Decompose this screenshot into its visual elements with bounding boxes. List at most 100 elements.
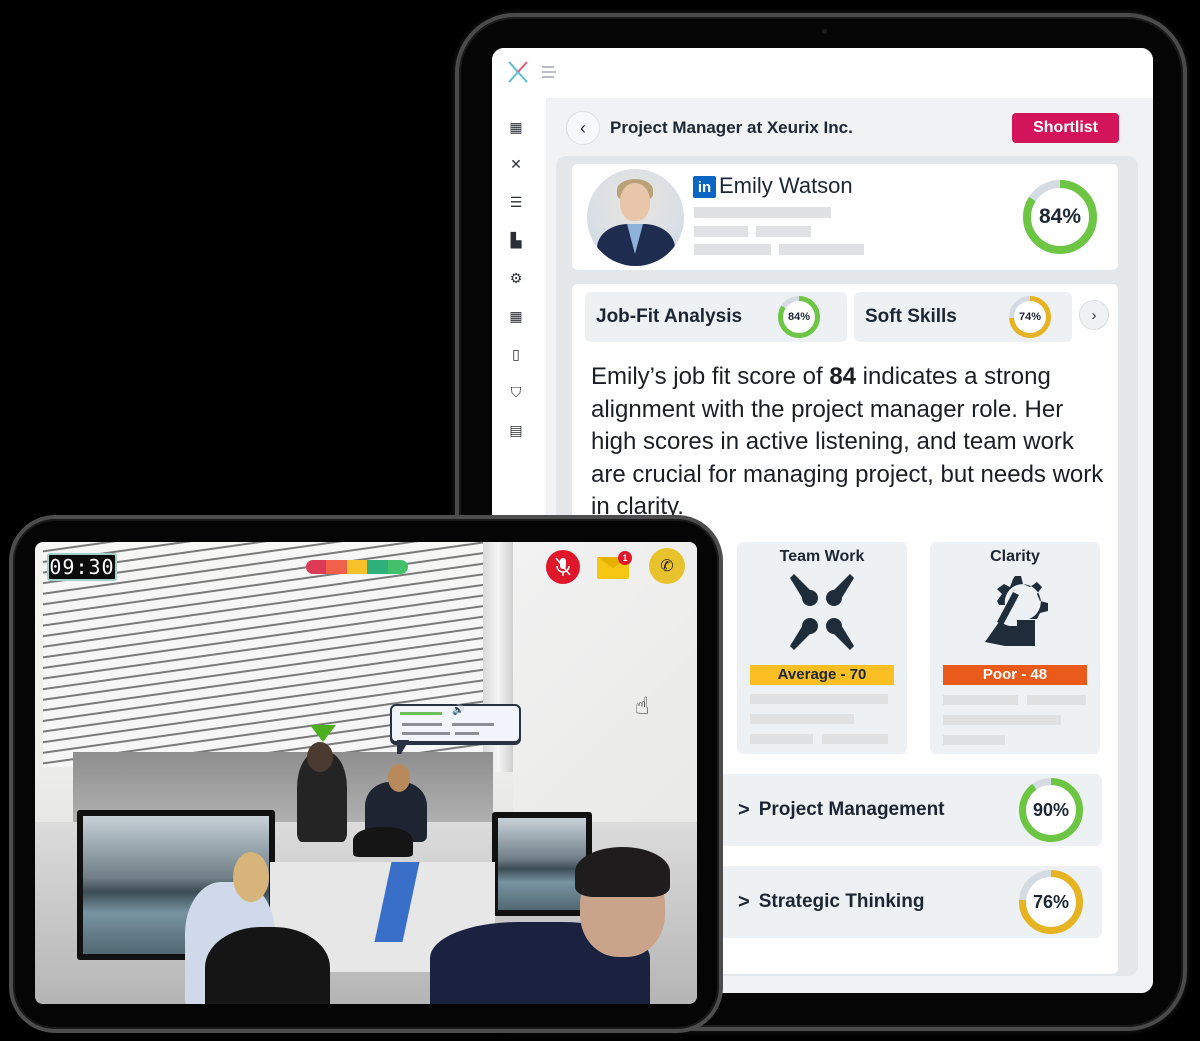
user-list-icon: ☰ xyxy=(509,193,523,210)
office-chair xyxy=(353,827,413,857)
skill-title: Team Work xyxy=(779,548,865,565)
team-hands-icon xyxy=(790,574,854,650)
sidebar-item-skills[interactable]: ✕ xyxy=(507,155,525,173)
landscape-tablet-frame: 09:30 1 ✆ 🔊 ☝ xyxy=(9,515,723,1033)
job-fit-summary: Emily’s job fit score of 84 indicates a … xyxy=(591,361,1111,524)
tab-soft-skills[interactable]: Soft Skills 74% xyxy=(854,292,1072,342)
placeholder-line xyxy=(402,732,450,735)
sidebar-item-companies[interactable]: ▙ xyxy=(507,231,525,249)
competency-project-management[interactable]: > Project Management 90% xyxy=(720,774,1102,846)
shield-icon: ⛉ xyxy=(510,383,522,400)
speech-bubble[interactable]: 🔊 xyxy=(390,704,521,743)
dashboard-icon: ▦ xyxy=(509,118,523,135)
placeholder-line xyxy=(822,734,888,744)
office-wall xyxy=(513,542,697,842)
shortlist-button[interactable]: Shortlist xyxy=(1012,113,1119,143)
placeholder-line xyxy=(455,732,479,735)
placeholder-line xyxy=(694,207,831,218)
sidebar-item-candidates[interactable]: ☰ xyxy=(507,193,525,211)
placeholder-line xyxy=(1027,695,1086,705)
candidate-name: Emily Watson xyxy=(719,173,853,198)
microphone-off-icon xyxy=(555,557,571,576)
meter-segment xyxy=(367,560,388,574)
building-icon: ▙ xyxy=(510,231,522,248)
skill-title: Clarity xyxy=(990,548,1040,565)
competency-label: Project Management xyxy=(758,799,945,820)
next-tab-button[interactable]: › xyxy=(1079,300,1109,330)
competency-label: Strategic Thinking xyxy=(758,891,925,912)
call-button[interactable]: ✆ xyxy=(649,548,685,584)
office-chair xyxy=(205,927,330,1004)
sidebar-item-teams[interactable]: ⚙ xyxy=(507,269,525,287)
audio-progress-line xyxy=(400,712,442,715)
page-header: ‹ Project Manager at Xeurix Inc. Shortli… xyxy=(566,110,1119,146)
page-title: Project Manager at Xeurix Inc. xyxy=(610,118,853,137)
placeholder-line xyxy=(452,723,494,726)
skill-rating-badge: Poor - 48 xyxy=(943,665,1087,685)
placeholder-line xyxy=(943,735,1005,745)
chevron-right-icon: › xyxy=(1091,306,1097,324)
placeholder-line xyxy=(694,244,771,255)
tab-label: Job-Fit Analysis xyxy=(596,306,743,327)
placeholder-line xyxy=(750,714,854,724)
candidate-profile-card: in Emily Watson 84% xyxy=(572,164,1118,270)
tab-label: Soft Skills xyxy=(865,306,957,327)
xeurix-logo-icon[interactable] xyxy=(506,60,530,84)
speech-bubble-tail xyxy=(397,740,409,754)
placeholder-line xyxy=(750,694,888,704)
overall-score-ring: 84% xyxy=(1023,180,1097,254)
strategic-thinking-score-ring: 76% xyxy=(1019,870,1083,934)
hamburger-menu-icon[interactable] xyxy=(542,66,556,78)
overall-score-label: 84% xyxy=(1038,205,1082,228)
file-icon: ▯ xyxy=(512,345,520,362)
phone-icon: ✆ xyxy=(660,558,674,575)
placeholder-line xyxy=(750,734,813,744)
chevron-right-icon: > xyxy=(738,798,750,821)
summary-score: 84 xyxy=(829,363,857,390)
skill-card-team-work[interactable]: Team Work Average - 70 xyxy=(737,542,907,754)
sidebar-item-widgets[interactable]: ▦ xyxy=(507,307,525,325)
job-fit-score-ring: 84% xyxy=(778,296,820,338)
chevron-left-icon: ‹ xyxy=(580,117,586,138)
meter-segment xyxy=(326,560,347,574)
speaker-icon[interactable]: 🔊 xyxy=(452,705,464,716)
competency-strategic-thinking[interactable]: > Strategic Thinking 76% xyxy=(720,866,1102,938)
soft-skills-score-label: 74% xyxy=(1018,311,1042,323)
sidebar-item-dashboard[interactable]: ▦ xyxy=(507,118,525,136)
placeholder-line xyxy=(779,244,864,255)
character-head xyxy=(233,852,269,902)
tools-icon: ✕ xyxy=(510,155,522,172)
project-management-score-ring: 90% xyxy=(1019,778,1083,842)
active-speaker-marker-icon xyxy=(310,725,336,742)
job-fit-score-label: 84% xyxy=(787,311,811,323)
soft-skills-score-ring: 74% xyxy=(1009,296,1051,338)
countdown-timer: 09:30 xyxy=(47,553,117,581)
hand-cursor-icon: ☝ xyxy=(635,693,650,720)
sidebar-item-documents[interactable]: ▯ xyxy=(507,345,525,363)
office-simulation-screen[interactable]: 09:30 1 ✆ 🔊 ☝ xyxy=(35,542,697,1004)
competency-score-label: 76% xyxy=(1032,891,1070,912)
team-settings-icon: ⚙ xyxy=(509,269,523,286)
meter-segment xyxy=(387,560,408,574)
placeholder-line xyxy=(694,226,748,237)
mute-microphone-button[interactable] xyxy=(546,550,580,584)
performance-meter xyxy=(306,560,408,574)
placeholder-line xyxy=(402,723,442,726)
sidebar-item-reports[interactable]: ▤ xyxy=(507,421,525,439)
character-head xyxy=(388,764,410,792)
notification-badge: 1 xyxy=(618,551,632,565)
linkedin-icon[interactable]: in xyxy=(693,176,716,198)
front-camera xyxy=(822,29,827,34)
avatar xyxy=(587,169,684,266)
meter-segment xyxy=(306,560,327,574)
character-head xyxy=(307,742,333,772)
sidebar-item-security[interactable]: ⛉ xyxy=(507,383,525,401)
report-icon: ▤ xyxy=(509,421,523,438)
skill-card-clarity[interactable]: Clarity Poor - 48 xyxy=(930,542,1100,754)
skill-rating-badge: Average - 70 xyxy=(750,665,894,685)
competency-score-label: 90% xyxy=(1032,799,1070,820)
placeholder-line xyxy=(756,226,811,237)
top-bar xyxy=(492,48,1153,98)
back-button[interactable]: ‹ xyxy=(566,111,600,145)
tab-job-fit-analysis[interactable]: Job-Fit Analysis 84% xyxy=(585,292,847,342)
